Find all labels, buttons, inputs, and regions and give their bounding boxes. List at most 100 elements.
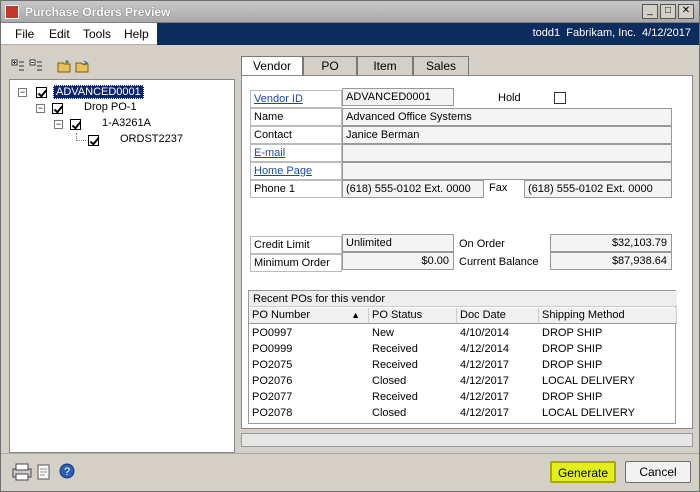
po-number-cell: PO0999 xyxy=(252,343,293,355)
email-link[interactable]: E-mail xyxy=(250,144,342,162)
table-row[interactable]: PO2075 Received 4/12/2017 DROP SHIP xyxy=(249,357,677,373)
tree-node-vendor[interactable]: − ADVANCED0001 xyxy=(18,85,218,101)
document-icon[interactable] xyxy=(37,463,51,481)
tree-node-sales-order[interactable]: ORDST2237 xyxy=(76,133,216,149)
window-title: Purchase Orders Preview xyxy=(25,5,171,19)
menu-file[interactable]: File xyxy=(15,27,34,41)
column-header-doc-date[interactable]: Doc Date xyxy=(457,308,539,324)
credit-limit-label: Credit Limit xyxy=(250,236,342,254)
phone1-label: Phone 1 xyxy=(250,180,342,198)
tree-connector xyxy=(76,133,86,141)
current-balance-label: Current Balance xyxy=(459,256,539,268)
new-folder-icon[interactable] xyxy=(57,59,71,73)
fax-label: Fax xyxy=(489,182,508,194)
contact-value: Janice Berman xyxy=(342,126,672,144)
tree-checkbox[interactable] xyxy=(70,119,81,130)
tree-checkbox[interactable] xyxy=(88,135,99,146)
po-number-cell: PO0997 xyxy=(252,327,293,339)
tab-sales[interactable]: Sales xyxy=(413,56,469,76)
open-folder-icon[interactable] xyxy=(75,59,89,73)
svg-text:?: ? xyxy=(64,466,70,478)
column-header-po-status[interactable]: PO Status xyxy=(369,308,457,324)
collapse-toggle[interactable]: − xyxy=(18,88,27,97)
doc-date-cell: 4/12/2017 xyxy=(460,359,509,371)
title-bar: Purchase Orders Preview _ □ ✕ xyxy=(1,1,699,23)
session-info: todd1 Fabrikam, Inc. 4/12/2017 xyxy=(532,27,691,39)
shipping-method-cell: LOCAL DELIVERY xyxy=(542,407,635,419)
cancel-button[interactable]: Cancel xyxy=(625,461,691,483)
doc-date-cell: 4/12/2017 xyxy=(460,407,509,419)
po-status-cell: New xyxy=(372,327,395,339)
tree-node-label: ADVANCED0001 xyxy=(53,85,144,99)
phone1-value: (618) 555-0102 Ext. 0000 xyxy=(342,180,484,198)
doc-date-cell: 4/12/2017 xyxy=(460,375,509,387)
homepage-link[interactable]: Home Page xyxy=(250,162,342,180)
status-strip xyxy=(241,433,693,447)
table-row[interactable]: PO2078 Closed 4/12/2017 LOCAL DELIVERY xyxy=(249,405,677,421)
expand-all-icon[interactable] xyxy=(11,59,25,73)
tree-node-item[interactable]: − 1-A3261A xyxy=(54,117,214,133)
vendor-id-value: ADVANCED0001 xyxy=(342,88,454,106)
hold-checkbox[interactable] xyxy=(554,92,566,104)
email-value xyxy=(342,144,672,162)
current-balance-value: $87,938.64 xyxy=(550,252,672,270)
on-order-label: On Order xyxy=(459,238,505,250)
shipping-method-cell: DROP SHIP xyxy=(542,343,603,355)
tree-node-label: ORDST2237 xyxy=(120,133,183,145)
tree-node-drop-po[interactable]: − Drop PO-1 xyxy=(36,101,216,117)
menu-tools[interactable]: Tools xyxy=(83,27,111,41)
vendor-id-link[interactable]: Vendor ID xyxy=(250,90,342,108)
tab-item[interactable]: Item xyxy=(357,56,413,76)
vendor-tab-panel: Vendor ID ADVANCED0001 Hold Name Advance… xyxy=(241,75,693,429)
menu-help[interactable]: Help xyxy=(124,27,149,41)
menu-edit[interactable]: Edit xyxy=(49,27,70,41)
help-icon[interactable]: ? xyxy=(59,463,75,479)
contact-label: Contact xyxy=(250,126,342,144)
tree-checkbox[interactable] xyxy=(52,103,63,114)
close-button[interactable]: ✕ xyxy=(678,4,694,19)
fax-value: (618) 555-0102 Ext. 0000 xyxy=(524,180,672,198)
session-bar: todd1 Fabrikam, Inc. 4/12/2017 xyxy=(157,23,699,45)
on-order-value: $32,103.79 xyxy=(550,234,672,252)
tree-toolbar xyxy=(5,55,235,77)
tree-checkbox[interactable] xyxy=(36,87,47,98)
printer-icon[interactable] xyxy=(11,463,33,481)
po-status-cell: Closed xyxy=(372,375,407,387)
table-row[interactable]: PO2076 Closed 4/12/2017 LOCAL DELIVERY xyxy=(249,373,677,389)
collapse-toggle[interactable]: − xyxy=(54,120,63,129)
table-row[interactable]: PO2077 Received 4/12/2017 DROP SHIP xyxy=(249,389,677,405)
shipping-method-cell: DROP SHIP xyxy=(542,359,603,371)
doc-date-cell: 4/12/2014 xyxy=(460,343,509,355)
min-order-label: Minimum Order xyxy=(250,254,342,272)
po-number-cell: PO2075 xyxy=(252,359,293,371)
tab-po[interactable]: PO xyxy=(303,56,357,76)
minimize-button[interactable]: _ xyxy=(642,4,658,19)
tree-node-label: Drop PO-1 xyxy=(84,101,137,113)
column-header-po-number[interactable]: PO Number ▲ xyxy=(249,308,369,324)
doc-date-cell: 4/12/2017 xyxy=(460,391,509,403)
table-row[interactable]: PO0999 Received 4/12/2014 DROP SHIP xyxy=(249,341,677,357)
doc-date-cell: 4/10/2014 xyxy=(460,327,509,339)
po-status-cell: Received xyxy=(372,359,418,371)
name-value: Advanced Office Systems xyxy=(342,108,672,126)
maximize-button[interactable]: □ xyxy=(660,4,676,19)
po-status-cell: Received xyxy=(372,391,418,403)
hold-label: Hold xyxy=(498,92,521,104)
po-tree: − ADVANCED0001 − Drop PO-1 − 1-A3261A OR… xyxy=(9,79,235,453)
po-status-cell: Received xyxy=(372,343,418,355)
shipping-method-cell: DROP SHIP xyxy=(542,327,603,339)
name-label: Name xyxy=(250,108,342,126)
collapse-toggle[interactable]: − xyxy=(36,104,45,113)
generate-button[interactable]: Generate xyxy=(550,461,616,483)
po-number-cell: PO2077 xyxy=(252,391,293,403)
tab-vendor[interactable]: Vendor xyxy=(241,56,303,76)
credit-limit-value: Unlimited xyxy=(342,234,454,252)
po-status-cell: Closed xyxy=(372,407,407,419)
table-row[interactable]: PO0997 New 4/10/2014 DROP SHIP xyxy=(249,325,677,341)
collapse-all-icon[interactable] xyxy=(29,59,43,73)
tree-node-label: 1-A3261A xyxy=(102,117,151,129)
grid-title: Recent POs for this vendor xyxy=(249,291,677,307)
shipping-method-cell: DROP SHIP xyxy=(542,391,603,403)
column-header-shipping-method[interactable]: Shipping Method xyxy=(539,308,677,324)
homepage-value xyxy=(342,162,672,180)
